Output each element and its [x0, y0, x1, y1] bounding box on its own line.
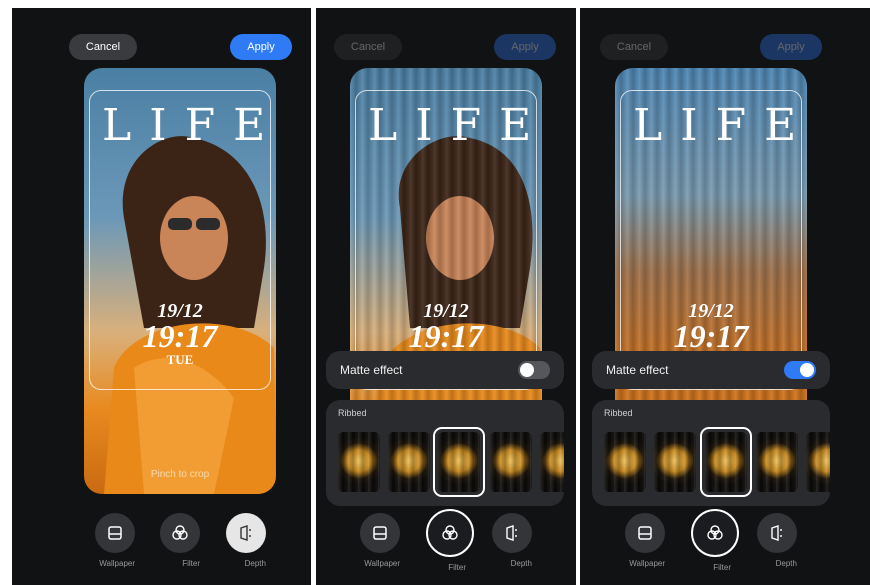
tool-filter[interactable]: Filter	[691, 509, 739, 575]
tool-label: Filter	[713, 563, 731, 572]
wallpaper-icon	[625, 513, 665, 553]
filter-icon	[691, 509, 739, 557]
pinch-to-crop-hint: Pinch to crop	[150, 469, 210, 480]
matte-effect-toggle[interactable]	[784, 361, 816, 379]
filter-icon	[426, 509, 474, 557]
filter-icon	[160, 513, 200, 553]
tool-wallpaper[interactable]: Wallpaper	[360, 513, 400, 571]
editor-panel-filter-matte-on: Cancel Apply LIFE 19/12 19:17 Matte effe…	[580, 8, 870, 585]
filter-strip: Ribbed	[326, 400, 564, 506]
editor-panel-filter-matte-off: Cancel Apply LIFE 19/12 19:17 Matte effe…	[316, 8, 576, 585]
matte-effect-row[interactable]: Matte effect	[592, 351, 830, 389]
tool-label: Wallpaper	[364, 559, 400, 568]
tool-depth[interactable]: Depth	[492, 513, 532, 571]
magazine-title: LIFE	[102, 100, 276, 151]
cancel-button[interactable]: Cancel	[69, 34, 137, 60]
magazine-title: LIFE	[633, 100, 807, 151]
cancel-button[interactable]: Cancel	[600, 34, 668, 60]
tool-depth[interactable]: Depth	[757, 513, 797, 571]
filter-thumb-selected[interactable]	[438, 432, 480, 492]
editor-panel-original: Cancel Apply LIFE 19/12 19:17 TUE Pinch …	[12, 8, 311, 585]
lock-time: 19:17	[673, 318, 749, 354]
tool-label: Filter	[448, 563, 466, 572]
wallpaper-icon	[95, 513, 135, 553]
tool-filter[interactable]: Filter	[426, 509, 474, 575]
filter-thumb[interactable]	[490, 432, 532, 492]
matte-effect-row[interactable]: Matte effect	[326, 351, 564, 389]
lock-time: 19:17	[142, 318, 218, 354]
filter-thumb[interactable]	[654, 432, 696, 492]
tool-label: Filter	[182, 559, 200, 568]
lock-day: TUE	[166, 352, 194, 367]
filter-group-label: Ribbed	[338, 408, 367, 418]
apply-button[interactable]: Apply	[760, 34, 822, 60]
tool-label: Depth	[244, 559, 266, 568]
wallpaper-preview[interactable]: LIFE 19/12 19:17 TUE Pinch to crop	[84, 68, 276, 494]
matte-effect-label: Matte effect	[606, 363, 669, 377]
matte-effect-toggle[interactable]	[518, 361, 550, 379]
filter-thumb-selected[interactable]	[705, 432, 747, 492]
filter-thumb[interactable]	[540, 432, 564, 492]
matte-effect-label: Matte effect	[340, 363, 403, 377]
tool-wallpaper[interactable]: Wallpaper	[95, 513, 135, 571]
depth-icon	[757, 513, 797, 553]
filter-group-label: Ribbed	[604, 408, 633, 418]
tool-label: Wallpaper	[99, 559, 135, 568]
tool-label: Depth	[510, 559, 532, 568]
filter-thumb[interactable]	[604, 432, 646, 492]
tool-depth[interactable]: Depth	[226, 513, 266, 571]
magazine-title: LIFE	[368, 100, 542, 151]
filter-thumb[interactable]	[756, 432, 798, 492]
cancel-button[interactable]: Cancel	[334, 34, 402, 60]
filter-thumb[interactable]	[338, 432, 380, 492]
tool-wallpaper[interactable]: Wallpaper	[625, 513, 665, 571]
filter-thumb[interactable]	[388, 432, 430, 492]
depth-icon	[492, 513, 532, 553]
tool-label: Wallpaper	[629, 559, 665, 568]
apply-button[interactable]: Apply	[494, 34, 556, 60]
tool-filter[interactable]: Filter	[160, 513, 200, 571]
filter-thumb[interactable]	[806, 432, 830, 492]
wallpaper-icon	[360, 513, 400, 553]
depth-icon	[226, 513, 266, 553]
filter-strip: Ribbed	[592, 400, 830, 506]
tool-label: Depth	[775, 559, 797, 568]
apply-button[interactable]: Apply	[230, 34, 292, 60]
lock-time: 19:17	[408, 318, 484, 354]
